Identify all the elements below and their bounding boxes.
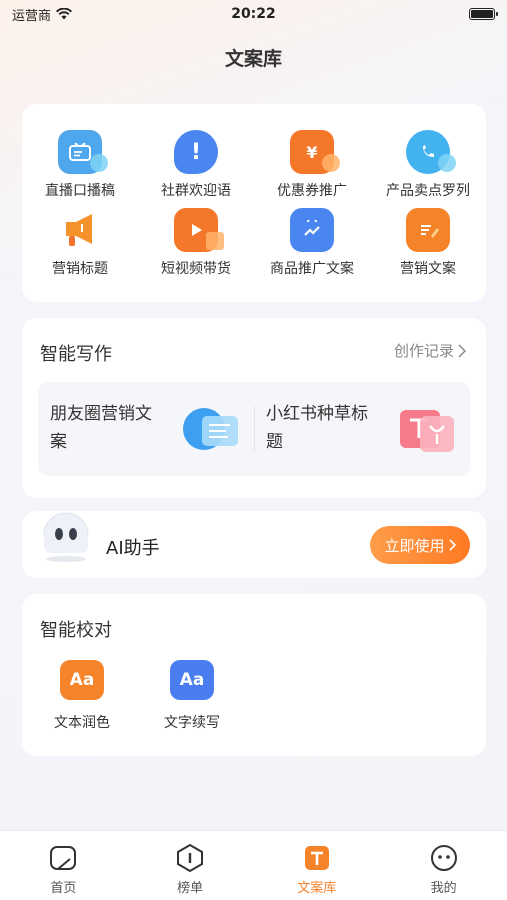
- text-polish-icon: Aa: [60, 660, 104, 700]
- creation-history-link[interactable]: 创作记录: [394, 340, 466, 361]
- text-continue-icon: Aa: [170, 660, 214, 700]
- coupon-icon: ¥: [290, 130, 340, 174]
- category-label: 社群欢迎语: [161, 183, 231, 199]
- ranking-icon: [177, 843, 204, 873]
- category-coupon[interactable]: ¥ 优惠券推广: [254, 130, 370, 208]
- tab-ranking[interactable]: 榜单: [127, 831, 254, 900]
- shopping-bag-icon: [290, 208, 334, 252]
- tab-library[interactable]: 文案库: [254, 831, 381, 900]
- ai-assistant-label: AI助手: [106, 538, 160, 559]
- text-polish-option[interactable]: Aa 文本润色: [50, 660, 114, 732]
- tab-home[interactable]: 首页: [0, 831, 127, 900]
- chevron-right-icon: [458, 343, 466, 358]
- category-card: 直播口播稿 ! 社群欢迎语 ¥ 优惠券推广 产品卖点罗列 营销标题 短视频带货 …: [22, 104, 486, 302]
- creation-history-label: 创作记录: [393, 342, 454, 360]
- category-short-video[interactable]: 短视频带货: [138, 208, 254, 286]
- category-label: 产品卖点罗列: [386, 183, 470, 199]
- page-title: 文案库: [224, 48, 282, 70]
- profile-icon: [430, 845, 457, 871]
- category-product-promo[interactable]: 商品推广文案: [254, 208, 370, 286]
- write-option-label: 朋友圈营销文案: [50, 404, 152, 452]
- category-live-script[interactable]: 直播口播稿: [22, 130, 138, 208]
- use-now-label: 立即使用: [384, 537, 445, 555]
- bottom-tab-bar: 首页 榜单 文案库 我的: [0, 830, 507, 900]
- category-welcome[interactable]: ! 社群欢迎语: [138, 130, 254, 208]
- category-marketing-copy[interactable]: 营销文案: [370, 208, 486, 286]
- ai-assistant-card[interactable]: AI助手 立即使用: [22, 511, 486, 578]
- product-chat-icon: [406, 130, 456, 174]
- category-label: 优惠券推广: [277, 183, 347, 199]
- status-time: 20:22: [231, 6, 276, 22]
- tab-profile[interactable]: 我的: [380, 831, 507, 900]
- xiaohongshu-title-option[interactable]: 小红书种草标题: [254, 382, 470, 476]
- video-icon: [174, 208, 224, 252]
- tab-label: 首页: [50, 881, 77, 896]
- tab-label: 我的: [430, 881, 457, 896]
- moments-icon: [183, 408, 238, 450]
- category-label: 短视频带货: [161, 261, 231, 277]
- tab-label: 文案库: [297, 881, 337, 896]
- edit-doc-icon: [406, 208, 450, 252]
- smart-proofread-title: 智能校对: [40, 620, 112, 641]
- xiaohongshu-icon: [400, 410, 454, 452]
- category-label: 营销文案: [400, 261, 456, 277]
- status-bar: 运营商 20:22: [0, 0, 507, 28]
- battery-icon: [469, 8, 498, 20]
- category-label: 营销标题: [52, 261, 108, 277]
- smart-proofread-card: 智能校对 Aa 文本润色 Aa 文字续写: [22, 594, 486, 756]
- category-grid: 直播口播稿 ! 社群欢迎语 ¥ 优惠券推广 产品卖点罗列 营销标题 短视频带货 …: [22, 104, 486, 286]
- category-label: 商品推广文案: [270, 261, 354, 277]
- smart-writing-title: 智能写作: [40, 344, 112, 365]
- write-option-label: 小红书种草标题: [266, 404, 368, 452]
- ai-robot-avatar-icon: [43, 512, 89, 562]
- smart-writing-card: 智能写作 创作记录 朋友圈营销文案 小红书种草标题: [22, 318, 486, 498]
- library-icon: [304, 846, 329, 870]
- live-script-icon: [58, 130, 108, 174]
- home-icon: [50, 846, 77, 870]
- proofread-option-label: 文本润色: [54, 715, 110, 731]
- writing-options: 朋友圈营销文案 小红书种草标题: [38, 382, 470, 476]
- megaphone-icon: [58, 208, 102, 252]
- moments-copy-option[interactable]: 朋友圈营销文案: [38, 382, 254, 476]
- tab-label: 榜单: [177, 881, 204, 896]
- use-now-button[interactable]: 立即使用: [370, 526, 470, 564]
- proofread-option-label: 文字续写: [164, 715, 220, 731]
- chevron-right-icon: [448, 539, 456, 551]
- category-label: 直播口播稿: [45, 183, 115, 199]
- text-continue-option[interactable]: Aa 文字续写: [160, 660, 224, 732]
- category-product-points[interactable]: 产品卖点罗列: [370, 130, 486, 208]
- welcome-bubble-icon: !: [174, 130, 218, 174]
- category-marketing-title[interactable]: 营销标题: [22, 208, 138, 286]
- proofread-options: Aa 文本润色 Aa 文字续写: [50, 660, 224, 732]
